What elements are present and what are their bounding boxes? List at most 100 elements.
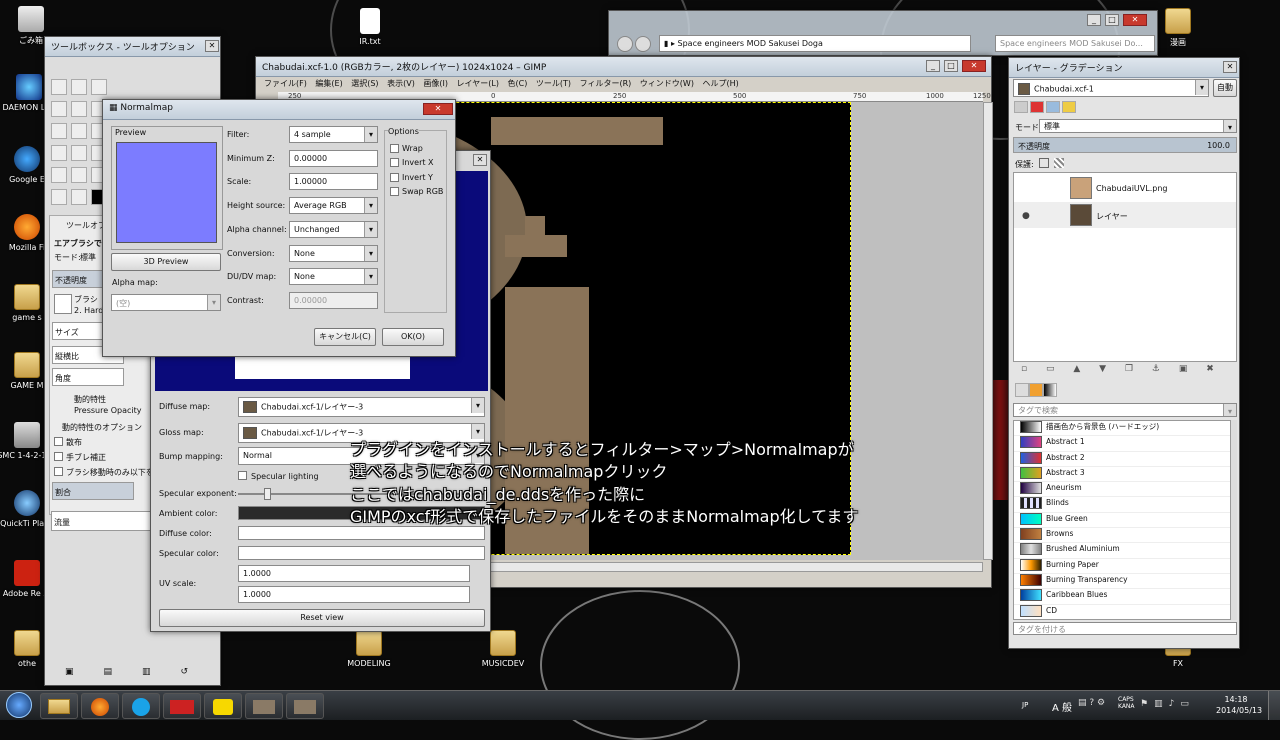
address-bar[interactable]: ▮ ▸ Space engineers MOD Sakusei Doga (659, 35, 971, 52)
taskbar-pod[interactable] (163, 693, 201, 719)
gradient-item[interactable]: Aneurism (1014, 482, 1230, 498)
dynamics-options-toggle[interactable]: 動的特性のオプション (62, 422, 142, 433)
menu-file[interactable]: ファイル(F) (264, 79, 307, 88)
raise-layer-icon[interactable]: ▲ (1073, 364, 1080, 374)
menu-image[interactable]: 画像(I) (423, 79, 448, 88)
diffuse-map-select[interactable]: Chabudai.xcf-1/レイヤー-3 (238, 397, 485, 417)
cancel-button[interactable]: キャンセル(C) (314, 328, 376, 346)
gradient-item[interactable]: Abstract 3 (1014, 466, 1230, 483)
network-icon[interactable]: ▥ (1154, 699, 1169, 709)
flag-icon[interactable]: ⚑ (1140, 699, 1154, 709)
invert-x-checkbox[interactable] (390, 158, 399, 167)
gradient-item[interactable]: Browns (1014, 528, 1230, 544)
menu-view[interactable]: 表示(V) (387, 79, 415, 88)
menu-layer[interactable]: レイヤー(L) (457, 79, 499, 88)
duplicate-layer-icon[interactable]: ❐ (1125, 364, 1133, 374)
layer-opacity-slider[interactable]: 不透明度 100.0 (1013, 137, 1237, 153)
menu-windows[interactable]: ウィンドウ(W) (640, 79, 694, 88)
gradient-item[interactable]: 描画色から背景色 (ハードエッジ) (1014, 421, 1230, 437)
minimum-z-input[interactable]: 0.00000 (289, 150, 378, 167)
gradient-item[interactable]: Abstract 2 (1014, 451, 1230, 467)
minimize-button[interactable]: _ (1087, 14, 1101, 26)
auto-button[interactable]: 自動 (1213, 79, 1237, 97)
dudv-map-select[interactable]: None (289, 268, 378, 285)
clock[interactable]: 14:18 2014/05/13 (1216, 694, 1262, 716)
explorer-search-input[interactable]: Space engineers MOD Sakusei Do... (995, 35, 1155, 52)
back-button[interactable] (617, 36, 633, 52)
close-button[interactable]: ✕ (1123, 14, 1147, 26)
layer-row[interactable]: ● レイヤー (1014, 202, 1236, 228)
align-tool[interactable] (51, 123, 67, 139)
dynamics-value[interactable]: Pressure Opacity (74, 406, 141, 415)
wrap-checkbox[interactable] (390, 144, 399, 153)
gradient-item[interactable]: Burning Paper (1014, 558, 1230, 574)
eraser-tool[interactable] (51, 167, 67, 183)
gradient-item[interactable]: CD (1014, 604, 1230, 619)
rate-slider[interactable]: 割合 (52, 482, 134, 500)
desktop-icon-musicdev[interactable]: MUSICDEV (468, 630, 538, 668)
angle-slider[interactable]: 角度 (52, 368, 124, 386)
scatter-checkbox[interactable] (54, 437, 63, 446)
slider-handle[interactable] (264, 488, 271, 500)
vertical-scrollbar[interactable] (983, 102, 993, 560)
start-button[interactable] (6, 692, 32, 718)
layer-mode-select[interactable]: 標準 (1039, 119, 1237, 133)
free-select-tool[interactable] (91, 79, 107, 95)
help-icon[interactable]: ? (1089, 698, 1094, 708)
taskbar-skype[interactable] (122, 693, 160, 719)
layers-tab-icon[interactable] (1014, 101, 1028, 113)
taskbar-explorer[interactable] (40, 693, 78, 719)
menu-tools[interactable]: ツール(T) (536, 79, 571, 88)
specular-lighting-checkbox[interactable] (238, 471, 247, 480)
reset-options-icon[interactable]: ↺ (181, 667, 219, 677)
minimize-button[interactable]: _ (926, 60, 940, 72)
lock-alpha-icon[interactable] (1054, 158, 1064, 168)
blend-tool[interactable] (71, 145, 87, 161)
diffuse-color-button[interactable] (238, 526, 485, 540)
uv-scale-x-input[interactable]: 1.0000 (238, 565, 470, 582)
channels-tab-icon[interactable] (1030, 101, 1044, 113)
mask-icon[interactable]: ▣ (1179, 364, 1188, 374)
forward-button[interactable] (635, 36, 651, 52)
3d-preview-button[interactable]: 3D Preview (111, 253, 221, 271)
delete-options-icon[interactable]: ▥ (142, 667, 181, 677)
color-picker-tool[interactable] (51, 101, 67, 117)
eye-icon[interactable]: ● (1022, 211, 1030, 221)
smooth-checkbox[interactable] (54, 452, 63, 461)
close-button[interactable]: ✕ (1223, 61, 1237, 73)
uv-scale-y-input[interactable]: 1.0000 (238, 586, 470, 603)
bucket-fill-tool[interactable] (51, 145, 67, 161)
layer-row[interactable]: ChabudaiUVL.png (1014, 175, 1236, 201)
close-button[interactable]: ✕ (205, 40, 219, 52)
close-button[interactable]: ✕ (423, 103, 453, 115)
patterns-tab-icon[interactable] (1029, 383, 1043, 397)
ok-button[interactable]: OK(O) (382, 328, 444, 346)
alpha-map-select[interactable]: (空) (111, 294, 221, 311)
scale-input[interactable]: 1.00000 (289, 173, 378, 190)
display-icon[interactable]: ▭ (1180, 699, 1195, 709)
show-desktop-button[interactable] (1268, 691, 1280, 720)
contrast-input[interactable]: 0.00000 (289, 292, 378, 309)
brushes-tab-icon[interactable] (1015, 383, 1029, 397)
mode-value[interactable]: 標準 (80, 252, 96, 263)
gradient-tag-assign[interactable]: タグを付ける (1013, 622, 1237, 635)
zoom-tool[interactable] (71, 101, 87, 117)
undo-tab-icon[interactable] (1062, 101, 1076, 113)
restore-options-icon[interactable]: ▤ (104, 667, 143, 677)
close-button[interactable]: ✕ (473, 154, 487, 166)
maximize-button[interactable]: □ (944, 60, 958, 72)
rect-select-tool[interactable] (51, 79, 67, 95)
desktop-icon-modeling[interactable]: MODELING (334, 630, 404, 668)
paths-tab-icon[interactable] (1046, 101, 1060, 113)
ime-tool-icon[interactable]: ▤ (1078, 698, 1087, 708)
volume-icon[interactable]: ♪ (1169, 699, 1181, 709)
dodge-burn-tool[interactable] (51, 189, 67, 205)
taskbar-firefox[interactable] (81, 693, 119, 719)
clone-tool[interactable] (71, 167, 87, 183)
brush-follow-checkbox[interactable] (54, 467, 63, 476)
lock-pixels-icon[interactable] (1039, 158, 1049, 168)
image-select[interactable]: Chabudai.xcf-1 (1013, 79, 1209, 97)
gradient-item[interactable]: Abstract 1 (1014, 436, 1230, 452)
specular-color-button[interactable] (238, 546, 485, 560)
taskbar-gimp-1[interactable] (245, 693, 283, 719)
